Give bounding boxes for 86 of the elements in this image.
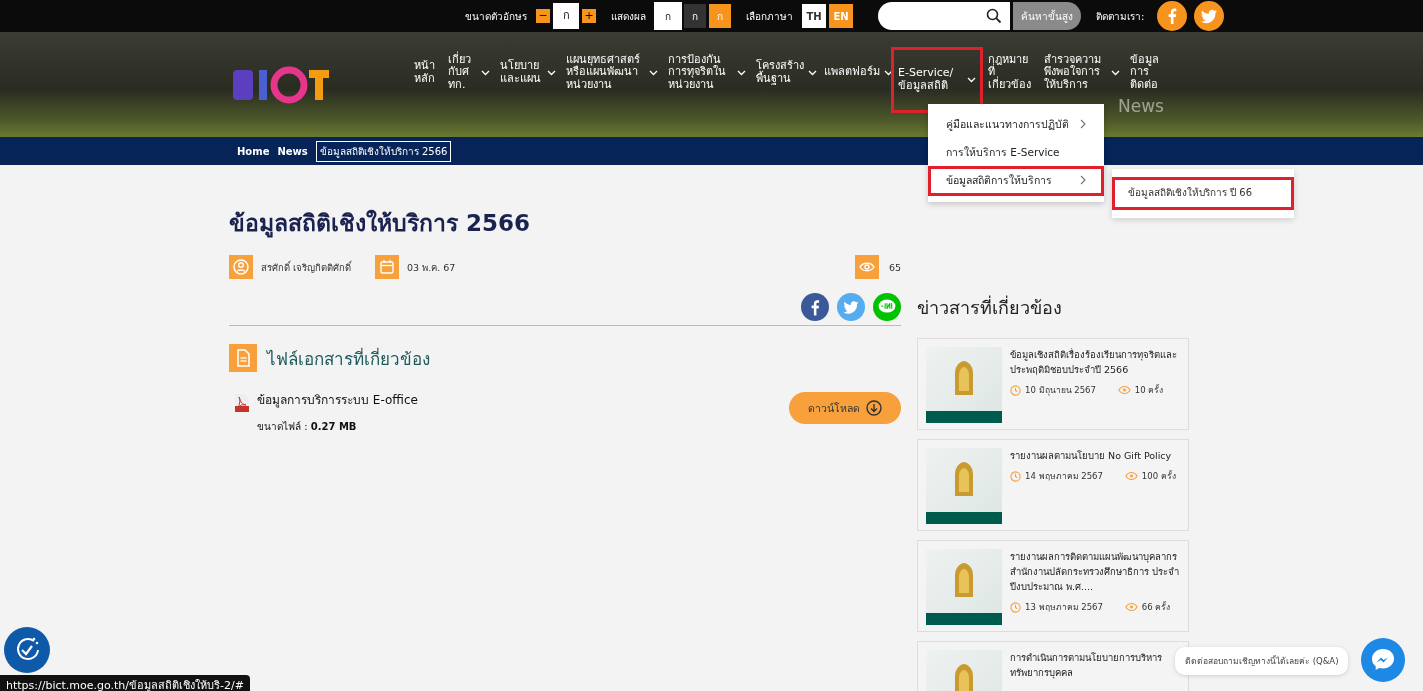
user-icon: [229, 255, 253, 279]
submenu-item[interactable]: ข้อมูลสถิติเชิงให้บริการ ปี 66: [1112, 177, 1294, 210]
pdf-file-icon: [235, 394, 249, 412]
news-title: การดำเนินการตามนโยบายการบริหารทรัพยากรบุคคล: [1010, 651, 1163, 680]
emblem-icon: [953, 664, 975, 691]
twitter-icon[interactable]: [1194, 1, 1225, 31]
calendar-icon: [375, 255, 400, 279]
chevron-down-icon: [737, 69, 746, 76]
view-count: 65: [888, 261, 901, 273]
emblem-icon: [953, 361, 975, 395]
chat-prompt: ติดต่อสอบถามเชิญทางนี้ได้เลยค่ะ (Q&A): [1175, 647, 1349, 675]
chevron-down-icon: [1111, 69, 1120, 76]
display-mode-button[interactable]: ก: [655, 3, 681, 29]
nav-menu-item[interactable]: สำรวจความพึงพอใจการให้บริการ: [1039, 46, 1125, 99]
clock-icon: [1010, 470, 1021, 482]
eye-icon: [1124, 602, 1138, 612]
emblem-icon: [953, 563, 975, 597]
breadcrumb-link[interactable]: ข้อมูลสถิติเชิงให้บริการ 2566: [315, 140, 452, 162]
nav-menu-item[interactable]: การป้องกันการทุจริตในหน่วยงาน: [663, 46, 751, 99]
news-title: ข้อมูลเชิงสถิติเรื่องร้องเรียนการทุจริตและประพฤติมิชอบประจำปี 2566: [1010, 347, 1178, 377]
nav-menu-item[interactable]: กฎหมายที่เกี่ยวข้อง: [983, 46, 1039, 99]
section-heading: ข่าวสารที่เกี่ยวข้อง: [917, 294, 1063, 320]
chevron-right-icon: [1080, 119, 1086, 129]
dropdown-menu-item[interactable]: การให้บริการ E-Service: [928, 138, 1104, 166]
banner-text: News: [1118, 96, 1164, 116]
facebook-share-icon[interactable]: [801, 293, 829, 321]
file-size: 0.27 MB: [310, 421, 357, 432]
emblem-icon: [953, 462, 975, 496]
cookie-settings-icon[interactable]: [4, 627, 50, 673]
section-heading: ไฟล์เอกสารที่เกี่ยวข้อง: [267, 346, 430, 371]
chevron-down-icon: [808, 69, 817, 76]
chevron-right-icon: [1080, 175, 1086, 185]
nav-menu-item[interactable]: เกี่ยวกับศทก.: [443, 46, 495, 99]
breadcrumb-link[interactable]: News: [277, 145, 308, 157]
search-icon[interactable]: [986, 8, 1002, 24]
nav-menu-item[interactable]: ข้อมูลการติดต่อ: [1125, 46, 1171, 99]
breadcrumb-link[interactable]: Home: [237, 145, 270, 157]
news-card[interactable]: รายงานผลการติดตามแผนพัฒนาบุคลากรสำนักงานปลัดกระทรวงศึกษาธิการ ประจำปีงบประมาณ พ.ศ.... 13 พฤษภาคม 2567 66 ครั้ง: [917, 540, 1189, 632]
news-title: รายงานผลตามนโยบาย No Gift Policy: [1010, 449, 1173, 463]
messenger-icon[interactable]: [1361, 638, 1405, 682]
view-count: 10 ครั้ง: [1134, 383, 1164, 397]
nav-menu-item[interactable]: หน้าหลัก: [409, 46, 443, 99]
news-card[interactable]: รายงานผลตามนโยบาย No Gift Policy 14 พฤษภาคม 2567 100 ครั้ง: [917, 439, 1189, 531]
view-count: 100 ครั้ง: [1141, 469, 1176, 483]
language-label: เลือกภาษา: [746, 9, 793, 24]
clock-icon: [1010, 384, 1021, 396]
document-icon: [229, 344, 257, 372]
publish-date: 03 พ.ค. 67: [407, 260, 456, 275]
clock-icon: [1010, 601, 1021, 613]
chevron-down-icon: [547, 69, 556, 76]
article-title: ข้อมูลสถิติเชิงให้บริการ 2566: [229, 208, 532, 240]
language-button[interactable]: TH: [802, 4, 826, 28]
chevron-down-icon: [649, 69, 658, 76]
news-date: 14 พฤษภาคม 2567: [1025, 470, 1103, 483]
chevron-down-icon: [884, 69, 893, 76]
news-date: 13 พฤษภาคม 2567: [1025, 601, 1103, 614]
author-name: สรศักดิ์ เจริญกิตติศักดิ์: [261, 259, 352, 275]
display-label: แสดงผล: [611, 9, 646, 24]
file-name: ข้อมูลการบริการระบบ E-office: [257, 392, 419, 409]
url-tooltip: https://bict.moe.go.th/ข้อมูลสถิติเชิงให้บริ-2/#: [0, 675, 250, 691]
chevron-down-icon: [967, 76, 976, 83]
eye-icon: [1117, 385, 1131, 395]
dropdown-menu-item[interactable]: ข้อมูลสถิติการให้บริการ: [928, 166, 1104, 196]
font-size-button[interactable]: ก: [553, 3, 579, 29]
font-size-button[interactable]: +: [582, 9, 596, 23]
follow-label: ติดตามเรา:: [1096, 9, 1145, 24]
nav-menu-item[interactable]: แผนยุทธศาสตร์หรือแผนพัฒนาหน่วยงาน: [561, 46, 663, 99]
eye-icon: [854, 255, 879, 279]
font-size-label: ขนาดตัวอักษร: [465, 9, 527, 24]
nav-menu-item[interactable]: นโยบายและแผน: [495, 46, 561, 99]
news-card[interactable]: ข้อมูลเชิงสถิติเรื่องร้องเรียนการทุจริตและประพฤติมิชอบประจำปี 2566 10 มิถุนายน 2567 10 ครั้ง: [917, 338, 1189, 430]
dropdown-menu-item[interactable]: คู่มือและแนวทางการปฏิบัติ: [928, 110, 1104, 138]
search-field[interactable]: [878, 2, 1010, 30]
file-size-label: ขนาดไฟล์ :: [257, 421, 308, 432]
download-button[interactable]: ดาวน์โหลด: [789, 392, 901, 424]
nav-menu-item[interactable]: โครงสร้างพื้นฐาน: [751, 46, 819, 99]
chevron-down-icon: [481, 69, 490, 76]
news-title: รายงานผลการติดตามแผนพัฒนาบุคลากรสำนักงานปลัดกระทรวงศึกษาธิการ ประจำปีงบประมาณ พ.ศ....: [1010, 550, 1180, 594]
download-icon: [866, 400, 882, 416]
display-mode-button[interactable]: ก: [684, 4, 706, 28]
eye-icon: [1124, 471, 1138, 481]
nav-menu-item[interactable]: แพลตฟอร์ม: [819, 46, 891, 99]
facebook-icon[interactable]: [1157, 1, 1188, 31]
view-count: 66 ครั้ง: [1141, 600, 1171, 614]
news-date: 10 มิถุนายน 2567: [1025, 384, 1096, 397]
font-size-button[interactable]: −: [536, 9, 550, 23]
